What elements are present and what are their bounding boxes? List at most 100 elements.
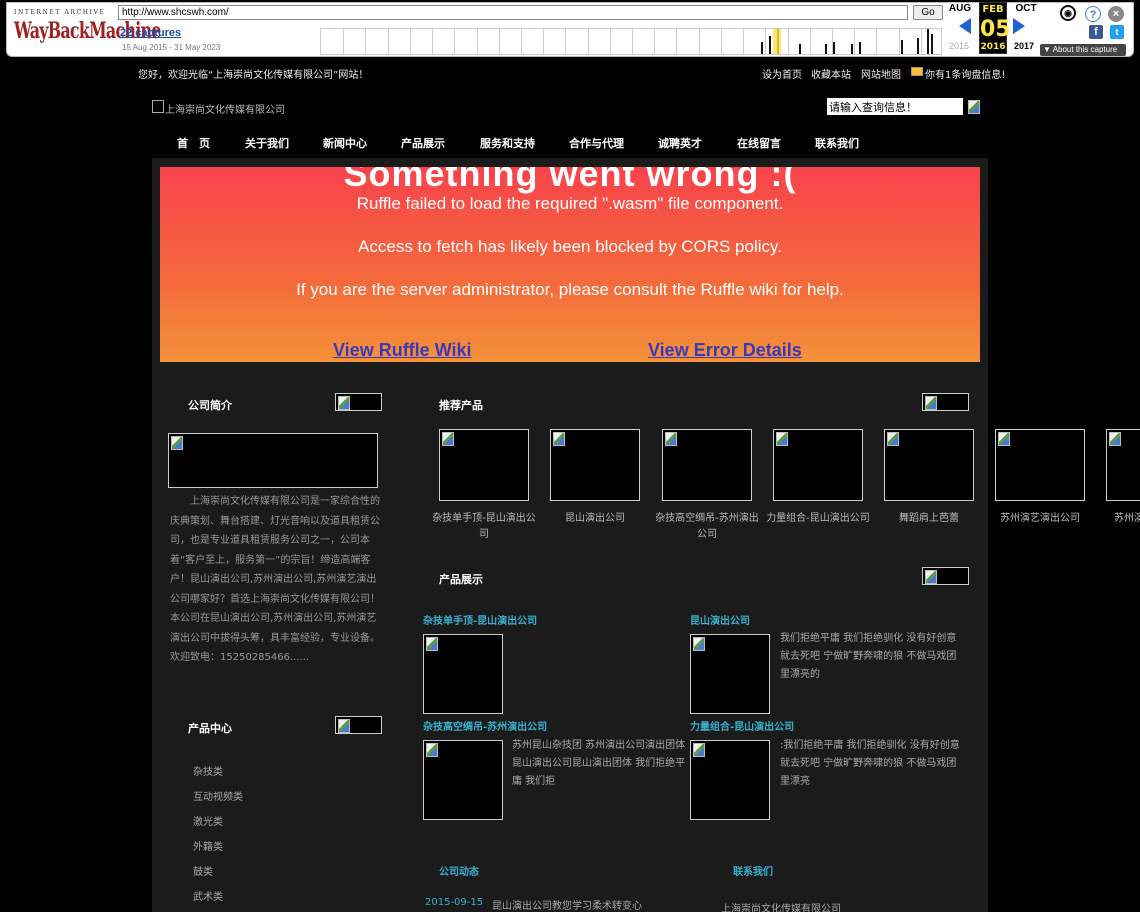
sparkline-divider xyxy=(565,29,567,54)
welcome-text: 您好，欢迎光临“上海崇尚文化传媒有限公司”网站！ xyxy=(138,70,369,81)
sparkline-divider xyxy=(609,29,611,54)
sparkline-bar xyxy=(851,44,853,54)
wayback-url-input[interactable]: http://www.shcswh.com/ xyxy=(118,5,908,20)
logo-broken-image-icon xyxy=(152,100,164,113)
product-thumbnail[interactable] xyxy=(439,429,529,501)
showcase-item-desc: 我们拒绝平庸 我们拒绝驯化 没有好创意就去死吧 宁做旷野奔啸的狼 不做马戏团里漂… xyxy=(780,633,957,680)
product-thumbnail[interactable] xyxy=(884,429,974,501)
product-thumbnail[interactable] xyxy=(995,429,1085,501)
account-icon[interactable]: ◉ xyxy=(1060,5,1076,21)
product-caption[interactable]: 苏州演艺演出公司 xyxy=(988,511,1092,527)
sparkline-divider xyxy=(520,29,522,54)
day-current: 05 xyxy=(980,17,1011,42)
category-item[interactable]: 武术类 xyxy=(193,888,223,903)
sparkline-bar xyxy=(769,36,771,54)
product-caption[interactable]: 舞蹈肩上芭蕾 xyxy=(877,511,981,527)
more-button[interactable] xyxy=(922,567,969,585)
showcase-item-image[interactable] xyxy=(690,740,770,820)
captures-link[interactable]: 22 captures xyxy=(120,27,181,39)
year-prev[interactable]: 2015 xyxy=(949,41,969,51)
contact-company: 上海崇尚文化传媒有限公司 xyxy=(721,904,841,912)
sparkline-divider xyxy=(676,29,678,54)
sparkline-divider xyxy=(854,29,856,54)
showcase-item-image[interactable] xyxy=(423,740,503,820)
sparkline-divider xyxy=(787,29,789,54)
month-next[interactable]: OCT xyxy=(1013,3,1039,14)
product-thumbnail[interactable] xyxy=(773,429,863,501)
more-button[interactable] xyxy=(335,716,382,734)
ruffle-wiki-link[interactable]: View Ruffle Wiki xyxy=(333,340,472,361)
twitter-icon[interactable]: t xyxy=(1110,25,1124,39)
nav-contact[interactable]: 联系我们 xyxy=(815,135,859,151)
product-caption[interactable]: 力量组合-昆山演出公司 xyxy=(766,511,870,527)
category-item[interactable]: 外籍类 xyxy=(193,838,223,853)
product-caption[interactable]: 杂技单手顶-昆山演出公司 xyxy=(432,511,536,543)
nav-products[interactable]: 产品展示 xyxy=(401,135,445,151)
sparkline-divider xyxy=(809,29,811,54)
showcase-item-title[interactable]: 昆山演出公司 xyxy=(690,612,750,627)
nav-careers[interactable]: 诚聘英才 xyxy=(658,135,702,151)
product-caption[interactable]: 昆山演出公司 xyxy=(543,511,647,527)
showcase-item-title[interactable]: 杂技高空绸吊-苏州演出公司 xyxy=(423,718,547,733)
sparkline-divider xyxy=(432,29,434,54)
ruffle-error-line-3: If you are the server administrator, ple… xyxy=(296,280,844,299)
showcase-title: 产品展示 xyxy=(439,573,483,586)
showcase-item-title[interactable]: 力量组合-昆山演出公司 xyxy=(690,718,794,733)
about-capture-button[interactable]: ▼ About this capture xyxy=(1040,44,1126,56)
year-next[interactable]: 2017 xyxy=(1014,41,1034,51)
sparkline-divider xyxy=(409,29,411,54)
top-link-sitemap[interactable]: 网站地图 xyxy=(861,66,901,81)
company-intro-text: 上海崇尚文化传媒有限公司是一家综合性的庆典策划、舞台搭建、灯光音响以及道具租赁公… xyxy=(170,496,380,663)
top-link-home[interactable]: 设为首页 xyxy=(762,66,802,81)
category-item[interactable]: 鼓类 xyxy=(193,863,213,878)
product-thumbnail[interactable] xyxy=(550,429,640,501)
nav-news[interactable]: 新闻中心 xyxy=(323,135,367,151)
close-icon[interactable]: × xyxy=(1108,6,1124,22)
showcase-item-image[interactable] xyxy=(423,634,503,714)
capture-sparkline[interactable] xyxy=(320,28,942,55)
capture-range: 15 Aug 2015 - 31 May 2023 xyxy=(122,43,221,52)
sparkline-divider xyxy=(454,29,456,54)
site-logo[interactable]: 上海崇尚文化传媒有限公司 xyxy=(165,101,285,116)
top-link-favorite[interactable]: 收藏本站 xyxy=(811,66,851,81)
sparkline-bar xyxy=(761,42,763,54)
next-capture-arrow-icon[interactable] xyxy=(1013,18,1025,34)
sparkline-divider xyxy=(476,29,478,54)
more-button[interactable] xyxy=(335,393,382,411)
sparkline-bar xyxy=(799,44,801,54)
product-caption[interactable]: 苏州演 xyxy=(1114,511,1140,527)
intro-image xyxy=(168,433,378,488)
search-button[interactable] xyxy=(966,98,982,114)
showcase-item-image[interactable] xyxy=(690,634,770,714)
company-intro-title: 公司简介 xyxy=(188,399,232,412)
mail-icon xyxy=(911,67,923,76)
nav-guestbook[interactable]: 在线留言 xyxy=(737,135,781,151)
nav-partners[interactable]: 合作与代理 xyxy=(569,135,624,151)
inquiry-messages[interactable]: 你有1条询盘信息! xyxy=(925,66,1005,81)
showcase-item-title[interactable]: 杂技单手顶-昆山演出公司 xyxy=(423,612,537,627)
search-input[interactable]: 请输入查询信息！ xyxy=(827,98,963,115)
help-icon[interactable]: ? xyxy=(1085,6,1101,22)
month-prev[interactable]: AUG xyxy=(947,3,973,14)
facebook-icon[interactable]: f xyxy=(1089,25,1103,39)
nav-home[interactable]: 首 页 xyxy=(177,135,210,151)
news-title: 公司动态 xyxy=(439,867,479,878)
nav-about[interactable]: 关于我们 xyxy=(245,135,289,151)
product-thumbnail[interactable] xyxy=(1106,429,1140,501)
sparkline-divider xyxy=(720,29,722,54)
ruffle-error-line-1: Ruffle failed to load the required ".was… xyxy=(356,194,784,213)
product-caption[interactable]: 杂技高空绸吊-苏州演出公司 xyxy=(655,511,759,543)
product-thumbnail[interactable] xyxy=(662,429,752,501)
wayback-go-button[interactable]: Go xyxy=(913,5,943,20)
category-item[interactable]: 激光类 xyxy=(193,813,223,828)
category-item[interactable]: 互动视频类 xyxy=(193,788,243,803)
category-item[interactable]: 杂技类 xyxy=(193,763,223,778)
prev-capture-arrow-icon[interactable] xyxy=(959,18,971,34)
more-button[interactable] xyxy=(922,393,969,411)
sparkline-current-highlight xyxy=(773,29,781,54)
nav-service[interactable]: 服务和支持 xyxy=(480,135,535,151)
news-headline[interactable]: 昆山演出公司教您学习柔术转变心 xyxy=(492,897,642,912)
wayback-logo-caption: INTERNET ARCHIVE xyxy=(14,9,106,16)
sparkline-divider xyxy=(587,29,589,54)
ruffle-error-details-link[interactable]: View Error Details xyxy=(648,340,802,361)
